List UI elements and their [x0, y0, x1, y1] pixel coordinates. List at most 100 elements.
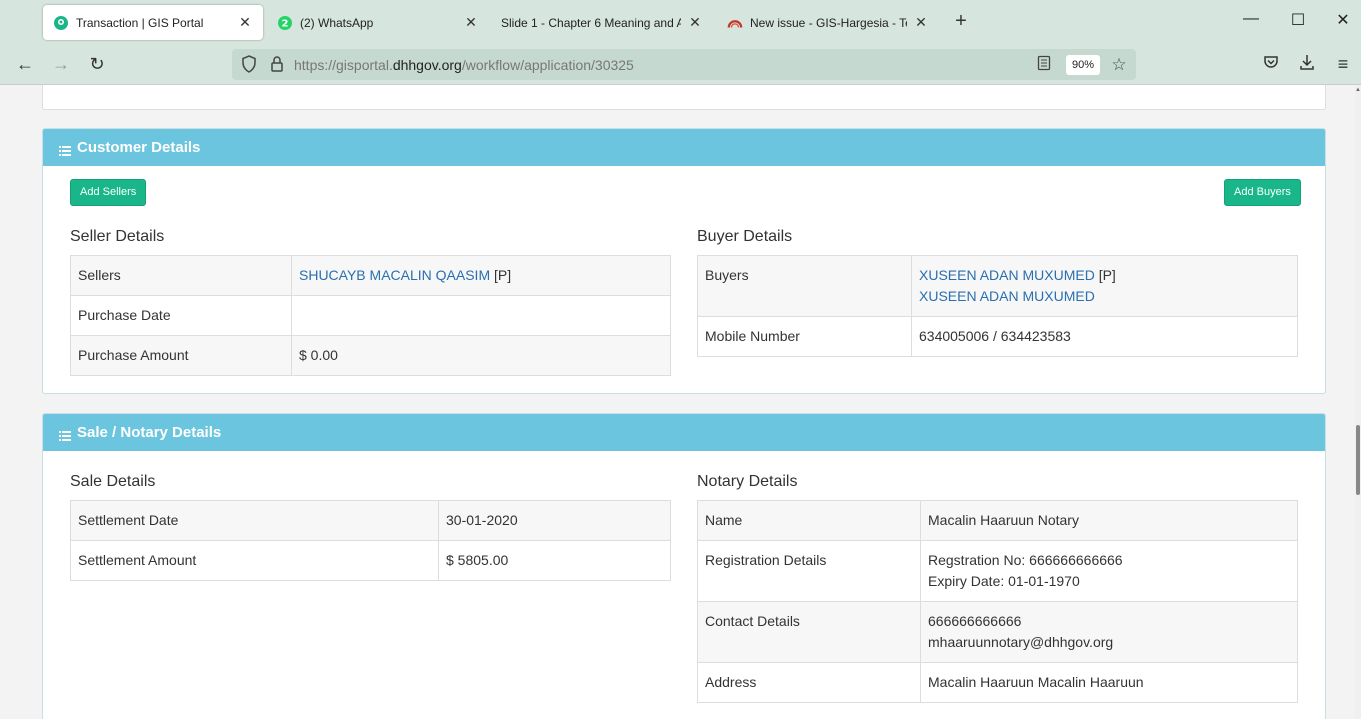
seller-details-table: Sellers SHUCAYB MACALIN QAASIM [P] Purch… — [70, 255, 671, 376]
buyers-value: XUSEEN ADAN MUXUMED [P] XUSEEN ADAN MUXU… — [911, 255, 1298, 317]
reader-view-icon[interactable] — [1035, 55, 1053, 73]
buyer-link[interactable]: XUSEEN ADAN MUXUMED — [919, 267, 1095, 283]
sellers-label: Sellers — [70, 255, 292, 296]
browser-nav-bar: ← → ↻ https://gisportal.dhhgov.org/workf… — [0, 44, 1361, 85]
buyers-label: Buyers — [697, 255, 912, 317]
seller-details-heading: Seller Details — [70, 228, 165, 245]
tab-title: (2) WhatsApp — [300, 15, 374, 30]
page-scrollbar[interactable]: ▲ — [1355, 85, 1361, 719]
previous-panel-bottom — [42, 85, 1326, 110]
customer-details-header: Customer Details — [43, 129, 1325, 166]
table-row: Buyers XUSEEN ADAN MUXUMED [P] XUSEEN AD… — [697, 255, 1298, 317]
table-row: Contact Details 666666666666 mhaaruunnot… — [697, 601, 1298, 663]
settlement-amount-label: Settlement Amount — [70, 540, 439, 581]
mobile-number-label: Mobile Number — [697, 316, 912, 357]
add-sellers-button[interactable]: Add Sellers — [70, 179, 147, 206]
table-row: Address Macalin Haaruun Macalin Haaruun — [697, 662, 1298, 703]
sale-notary-panel: Sale / Notary Details Sale Details Notar… — [42, 413, 1326, 719]
buyer-details-heading: Buyer Details — [697, 228, 793, 245]
gis-portal-icon — [53, 15, 69, 31]
purchase-date-value — [291, 295, 671, 336]
add-buyers-button[interactable]: Add Buyers — [1224, 179, 1301, 206]
seller-link[interactable]: SHUCAYB MACALIN QAASIM — [299, 267, 490, 283]
close-tab-icon[interactable]: ✕ — [687, 14, 703, 31]
menu-icon[interactable]: ≡ — [1332, 53, 1354, 75]
lock-icon[interactable] — [268, 55, 286, 73]
close-tab-icon[interactable]: ✕ — [463, 14, 479, 31]
whatsapp-icon: 2 — [277, 15, 293, 31]
tab-whatsapp[interactable]: 2 (2) WhatsApp ✕ — [267, 5, 489, 40]
tab-new-issue[interactable]: New issue - GIS-Hargesia - Team ✕ — [717, 5, 939, 40]
reload-icon[interactable]: ↻ — [86, 53, 108, 75]
zoom-level[interactable]: 90% — [1066, 55, 1100, 75]
sale-details-table: Settlement Date 30-01-2020 Settlement Am… — [70, 500, 671, 581]
table-row: Purchase Date — [70, 295, 671, 336]
url-text[interactable]: https://gisportal.dhhgov.org/workflow/ap… — [294, 57, 634, 73]
scrollbar-thumb[interactable] — [1356, 425, 1360, 495]
list-icon — [59, 143, 71, 156]
address-value: Macalin Haaruun Macalin Haaruun — [920, 662, 1298, 703]
back-icon[interactable]: ← — [14, 53, 36, 75]
purchase-date-label: Purchase Date — [70, 295, 292, 336]
notary-name-label: Name — [697, 500, 921, 541]
page-content: Customer Details Add Sellers Add Buyers … — [0, 85, 1355, 719]
settlement-date-value: 30-01-2020 — [438, 500, 671, 541]
contact-details-label: Contact Details — [697, 601, 921, 663]
close-window-icon[interactable]: ✕ — [1333, 10, 1353, 30]
contact-email: mhaaruunnotary@dhhgov.org — [928, 634, 1114, 650]
list-icon — [59, 428, 71, 441]
tab-title: Transaction | GIS Portal — [76, 15, 204, 30]
notary-name-value: Macalin Haaruun Notary — [920, 500, 1298, 541]
minimize-icon[interactable]: — — [1241, 10, 1261, 28]
sale-notary-header: Sale / Notary Details — [43, 414, 1325, 451]
contact-phone: 666666666666 — [928, 613, 1022, 629]
primary-marker: [P] — [1098, 267, 1116, 283]
notary-details-heading: Notary Details — [697, 473, 798, 490]
table-row: Name Macalin Haaruun Notary — [697, 500, 1298, 541]
browser-tab-bar: Transaction | GIS Portal ✕ 2 (2) WhatsAp… — [0, 0, 1361, 44]
svg-text:2: 2 — [282, 18, 289, 29]
customer-details-panel: Customer Details Add Sellers Add Buyers … — [42, 128, 1326, 394]
contact-details-value: 666666666666 mhaaruunnotary@dhhgov.org — [920, 601, 1298, 663]
scroll-up-icon[interactable]: ▲ — [1355, 87, 1361, 93]
shield-icon[interactable] — [240, 55, 258, 73]
registration-details-value: Regstration No: 666666666666 Expiry Date… — [920, 540, 1298, 602]
registration-details-label: Registration Details — [697, 540, 921, 602]
settlement-date-label: Settlement Date — [70, 500, 439, 541]
table-row: Settlement Date 30-01-2020 — [70, 500, 671, 541]
url-bar[interactable]: https://gisportal.dhhgov.org/workflow/ap… — [232, 49, 1136, 80]
table-row: Mobile Number 634005006 / 634423583 — [697, 316, 1298, 357]
download-icon[interactable] — [1296, 53, 1318, 75]
mobile-number-value: 634005006 / 634423583 — [911, 316, 1298, 357]
bookmark-star-icon[interactable]: ☆ — [1110, 55, 1128, 74]
purchase-amount-label: Purchase Amount — [70, 335, 292, 376]
expiry-date: Expiry Date: 01-01-1970 — [928, 573, 1080, 589]
gitlab-icon — [727, 15, 743, 31]
primary-marker: [P] — [494, 267, 512, 283]
settlement-amount-value: $ 5805.00 — [438, 540, 671, 581]
panel-title: Sale / Notary Details — [77, 424, 222, 441]
panel-title: Customer Details — [77, 139, 201, 156]
tab-title: New issue - GIS-Hargesia - Team — [750, 15, 907, 30]
sellers-value: SHUCAYB MACALIN QAASIM [P] — [291, 255, 671, 296]
buyer-link[interactable]: XUSEEN ADAN MUXUMED — [919, 288, 1095, 304]
purchase-amount-value: $ 0.00 — [291, 335, 671, 376]
maximize-icon[interactable]: ☐ — [1288, 10, 1308, 30]
table-row: Purchase Amount $ 0.00 — [70, 335, 671, 376]
table-row: Settlement Amount $ 5805.00 — [70, 540, 671, 581]
table-row: Registration Details Regstration No: 666… — [697, 540, 1298, 602]
table-row: Sellers SHUCAYB MACALIN QAASIM [P] — [70, 255, 671, 296]
close-tab-icon[interactable]: ✕ — [913, 14, 929, 31]
tab-slide[interactable]: Slide 1 - Chapter 6 Meaning and Are ✕ — [491, 5, 713, 40]
buyer-details-table: Buyers XUSEEN ADAN MUXUMED [P] XUSEEN AD… — [697, 255, 1298, 357]
forward-icon[interactable]: → — [50, 53, 72, 75]
close-tab-icon[interactable]: ✕ — [237, 14, 253, 31]
tab-title: Slide 1 - Chapter 6 Meaning and Are — [501, 15, 681, 30]
new-tab-icon[interactable]: + — [950, 10, 972, 33]
tab-gis-portal[interactable]: Transaction | GIS Portal ✕ — [43, 5, 263, 40]
registration-number: Regstration No: 666666666666 — [928, 552, 1123, 568]
address-label: Address — [697, 662, 921, 703]
pocket-icon[interactable] — [1260, 53, 1282, 75]
sale-details-heading: Sale Details — [70, 473, 156, 490]
notary-details-table: Name Macalin Haaruun Notary Registration… — [697, 500, 1298, 703]
